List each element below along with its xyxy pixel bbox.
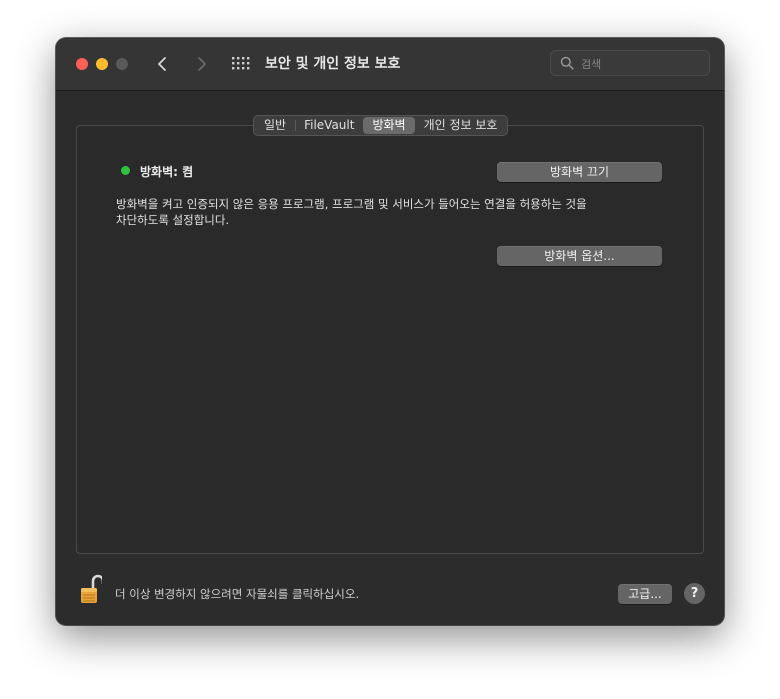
lock-button[interactable] xyxy=(80,573,105,605)
window-title: 보안 및 개인 정보 보호 xyxy=(265,56,401,72)
search-field[interactable] xyxy=(550,50,710,76)
back-button[interactable] xyxy=(152,52,174,76)
tab-bar: 일반 FileVault 방화벽 개인 정보 보호 xyxy=(253,115,509,136)
chevron-right-icon xyxy=(198,57,206,71)
firewall-options-button[interactable]: 방화벽 옵션... xyxy=(497,246,662,266)
firewall-status-indicator xyxy=(121,166,130,175)
tab-privacy[interactable]: 개인 정보 보호 xyxy=(415,117,507,134)
tab-general[interactable]: 일반 xyxy=(255,117,295,134)
forward-button[interactable] xyxy=(190,52,212,76)
grid-icon xyxy=(232,57,250,70)
unlocked-padlock-icon xyxy=(81,574,105,603)
preferences-window: 보안 및 개인 정보 보호 일반 FileVault 방화벽 개인 정보 보호 … xyxy=(56,38,724,625)
search-input[interactable] xyxy=(579,54,703,74)
zoom-button[interactable] xyxy=(116,58,128,70)
firewall-description: 방화벽을 켜고 인증되지 않은 응용 프로그램, 프로그램 및 서비스가 들어오… xyxy=(116,196,616,228)
close-button[interactable] xyxy=(76,58,88,70)
advanced-button[interactable]: 고급... xyxy=(618,584,672,604)
search-icon xyxy=(560,56,574,70)
show-all-button[interactable] xyxy=(232,56,250,72)
turn-off-firewall-button[interactable]: 방화벽 끄기 xyxy=(497,162,662,182)
title-bar: 보안 및 개인 정보 보호 xyxy=(56,38,724,91)
tab-firewall[interactable]: 방화벽 xyxy=(363,117,415,134)
help-button[interactable]: ? xyxy=(684,583,705,604)
firewall-status-label: 방화벽: 켬 xyxy=(140,165,194,179)
tab-filevault[interactable]: FileVault xyxy=(295,117,363,134)
description-line-1: 방화벽을 켜고 인증되지 않은 응용 프로그램, 프로그램 및 서비스가 들어오… xyxy=(116,197,587,211)
chevron-left-icon xyxy=(158,57,166,71)
description-line-2: 차단하도록 설정합니다. xyxy=(116,213,230,227)
lock-message: 더 이상 변경하지 않으려면 자물쇠를 클릭하십시오. xyxy=(115,587,360,601)
firewall-panel xyxy=(76,125,704,554)
minimize-button[interactable] xyxy=(96,58,108,70)
